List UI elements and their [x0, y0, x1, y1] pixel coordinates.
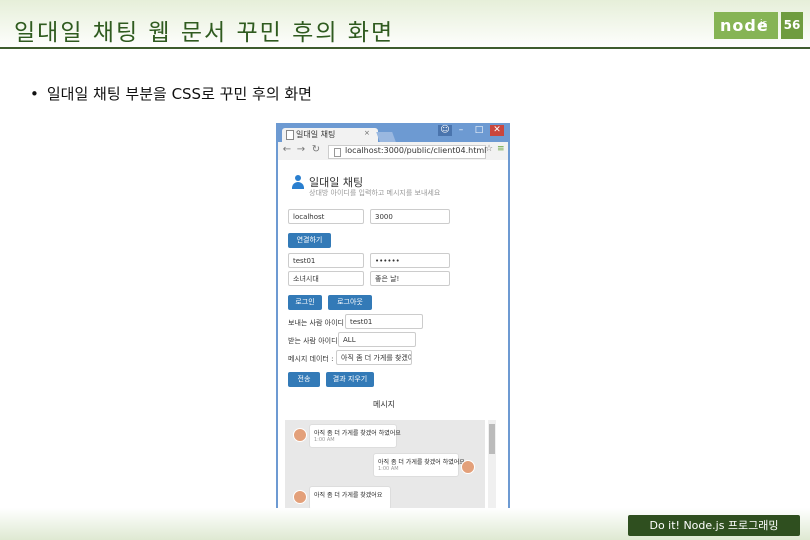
tab-title: 일대일 채팅 — [296, 130, 336, 139]
chat-area: 아직 좀 더 가게를 찾겠어 하였어요 1:00 AM 아직 좀 더 가게를 찾… — [285, 420, 485, 510]
bullet-text: 일대일 채팅 부분을 CSS로 꾸민 후의 화면 — [46, 85, 312, 103]
avatar — [293, 428, 307, 442]
message-input[interactable]: 아직 좀 더 가게를 찾겠어 — [336, 350, 412, 365]
avatar — [461, 460, 475, 474]
reload-icon[interactable]: ↻ — [311, 144, 321, 155]
avatar — [293, 490, 307, 504]
url-text: localhost:3000/public/client04.html — [345, 146, 487, 155]
forward-arrow-icon[interactable]: → — [296, 144, 306, 155]
connect-button[interactable]: 연결하기 — [288, 233, 331, 248]
status-input[interactable]: 좋은 날! — [370, 271, 450, 286]
bookmark-star-icon[interactable]: ☆ — [485, 144, 493, 154]
port-input[interactable]: 3000 — [370, 209, 450, 224]
messages-title: 메시지 — [372, 400, 396, 409]
minimize-button[interactable]: – — [454, 125, 468, 136]
title-divider — [0, 47, 810, 49]
maximize-button[interactable]: □ — [472, 125, 486, 136]
message-text: 아직 좀 더 가게를 찾겠어 하였어요 — [378, 459, 465, 466]
id-input[interactable]: test01 — [288, 253, 364, 268]
slide-title: 일대일 채팅 웹 문서 꾸민 후의 화면 — [14, 20, 395, 46]
receiver-input[interactable]: ALL — [338, 332, 416, 347]
message-bubble: 아직 좀 더 가게를 찾겠어 하였어요 1:00 AM — [373, 453, 465, 477]
menu-icon[interactable]: ≡ — [497, 144, 505, 154]
bullet-point: • 일대일 채팅 부분을 CSS로 꾸민 후의 화면 — [30, 83, 312, 104]
slide: 일대일 채팅 웹 문서 꾸민 후의 화면 node js 56 • 일대일 채팅 … — [0, 0, 810, 540]
close-button[interactable]: ✕ — [490, 125, 504, 136]
document-icon — [286, 130, 294, 140]
alias-input[interactable]: 소녀시대 — [288, 271, 364, 286]
bullet-dot-icon: • — [30, 85, 39, 103]
user-icon[interactable]: ☺ — [438, 125, 452, 136]
browser-toolbar: ← → ↻ localhost:3000/public/client04.htm… — [278, 142, 508, 160]
message-bubble: 아직 좀 더 가게를 찾겠어 하였어요 1:00 AM — [309, 424, 401, 448]
chat-scrollbar[interactable] — [488, 420, 496, 510]
clear-results-button[interactable]: 결과 지우기 — [326, 372, 374, 387]
new-tab-button[interactable] — [376, 132, 396, 142]
message-text: 아직 좀 더 가게를 찾겠어요 — [314, 492, 383, 499]
page-number: 56 — [781, 12, 803, 39]
password-input[interactable]: •••••• — [370, 253, 450, 268]
logo-suffix: js — [760, 19, 768, 29]
page-viewport: 일대일 채팅 상대방 아이디를 입력하고 메시지를 보내세요 localhost… — [278, 160, 508, 512]
sender-label: 보내는 사람 아이디 : — [288, 319, 349, 327]
message-text: 아직 좀 더 가게를 찾겠어 하였어요 — [314, 430, 401, 437]
nodejs-logo: node js — [714, 12, 778, 39]
logout-button[interactable]: 로그아웃 — [328, 295, 372, 310]
app-subtitle: 상대방 아이디를 입력하고 메시지를 보내세요 — [309, 189, 441, 197]
browser-tab[interactable]: 일대일 채팅 × — [282, 128, 378, 142]
send-button[interactable]: 전송 — [288, 372, 320, 387]
message-time: 1:00 AM — [378, 466, 399, 472]
message-bubble: 아직 좀 더 가게를 찾겠어요 — [309, 486, 391, 510]
page-icon — [334, 148, 341, 157]
user-icon — [292, 175, 304, 189]
login-button[interactable]: 로그인 — [288, 295, 322, 310]
host-input[interactable]: localhost — [288, 209, 364, 224]
footer-label: Do it! Node.js 프로그래밍 — [628, 515, 800, 536]
receiver-label: 받는 사람 아이디 : — [288, 337, 343, 345]
message-time: 1:00 AM — [314, 437, 335, 443]
browser-window: 일대일 채팅 × ☺ – □ ✕ ← → ↻ localhost:3000/pu… — [276, 123, 510, 514]
address-bar[interactable]: localhost:3000/public/client04.html — [328, 145, 486, 159]
back-arrow-icon[interactable]: ← — [282, 144, 292, 155]
tab-close-icon[interactable]: × — [364, 129, 370, 137]
sender-input[interactable]: test01 — [345, 314, 423, 329]
message-label: 메시지 데이터 : — [288, 355, 334, 363]
scroll-thumb[interactable] — [489, 424, 495, 454]
tab-strip: 일대일 채팅 × ☺ – □ ✕ — [276, 123, 510, 142]
